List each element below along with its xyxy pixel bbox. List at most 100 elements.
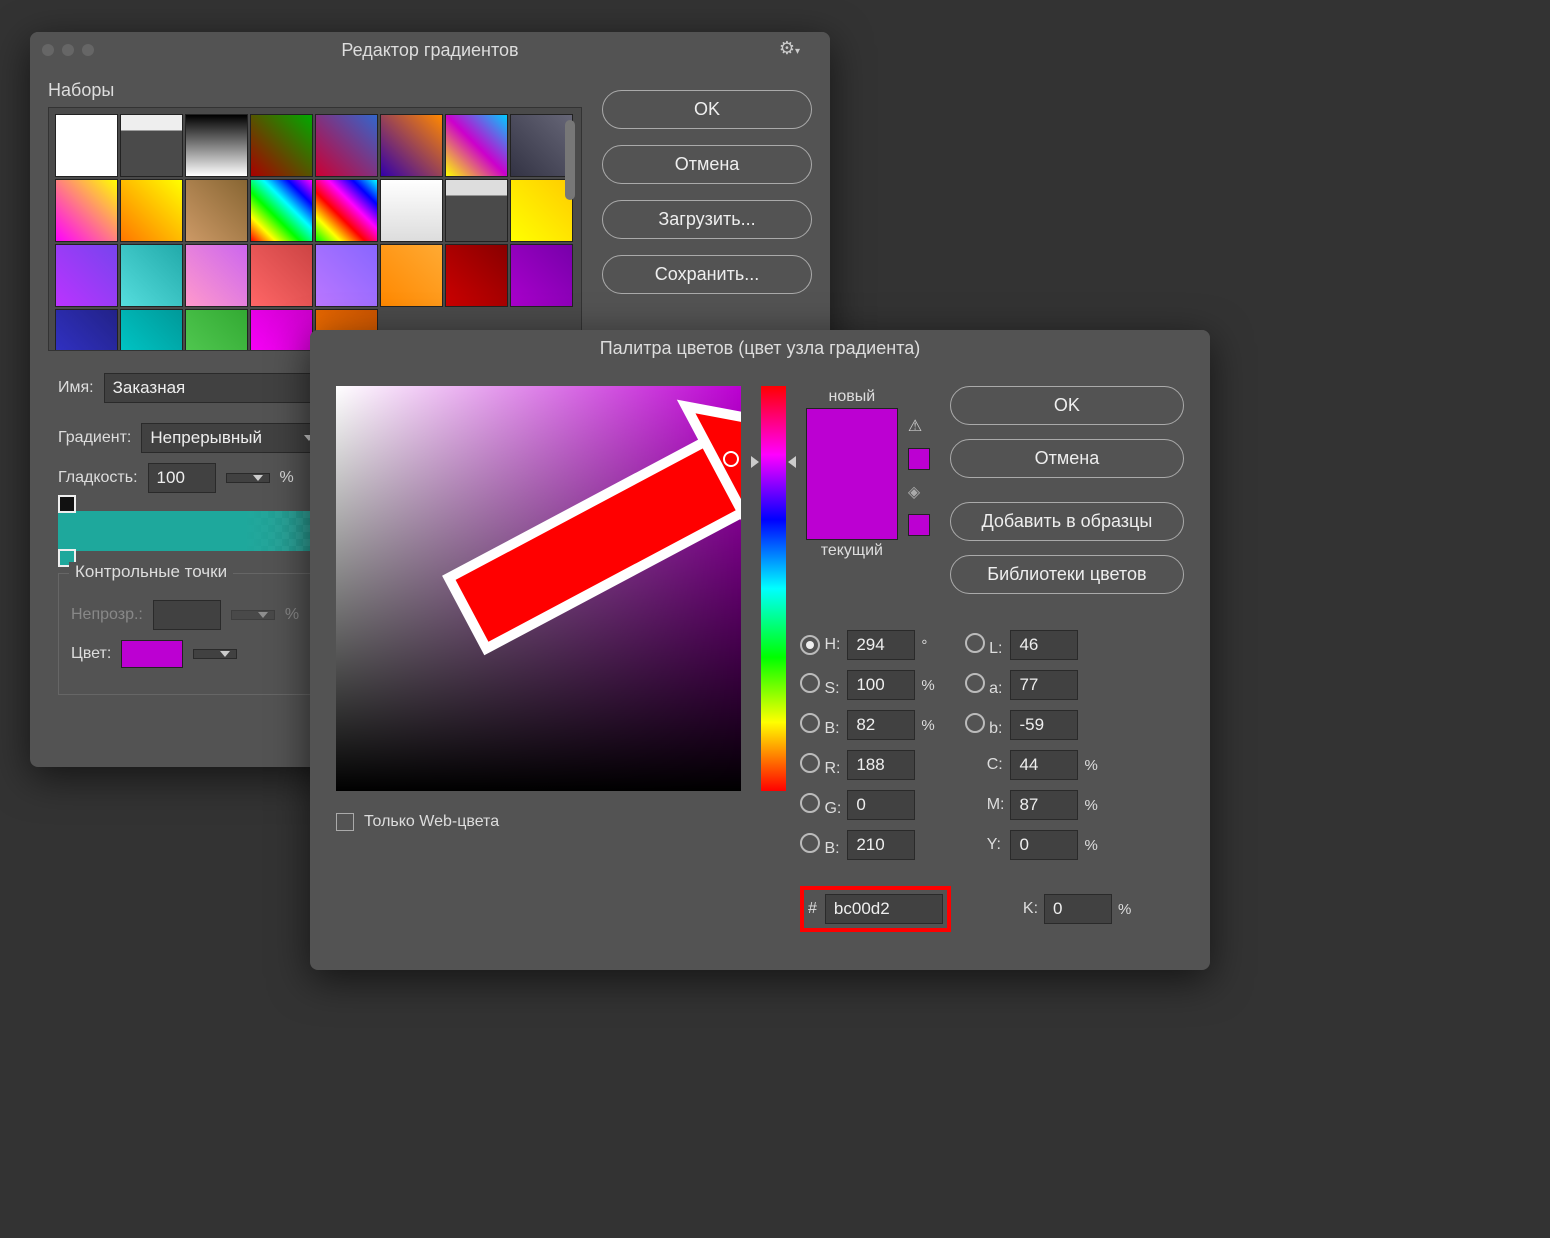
new-current-color-box[interactable] <box>806 408 898 540</box>
m-input[interactable] <box>1010 790 1078 820</box>
hue-indicator-left-icon <box>751 456 759 468</box>
b-radio[interactable] <box>800 713 820 733</box>
opacity-stepper <box>231 610 275 620</box>
preset-swatch[interactable] <box>315 244 378 307</box>
k-input[interactable] <box>1044 894 1112 924</box>
lb-radio[interactable] <box>965 713 985 733</box>
preset-swatch[interactable] <box>315 179 378 242</box>
annotation-arrow-icon <box>336 386 741 791</box>
preset-swatch[interactable] <box>55 114 118 177</box>
load-button[interactable]: Загрузить... <box>602 200 812 239</box>
ok-button[interactable]: OK <box>602 90 812 129</box>
l-radio[interactable] <box>965 633 985 653</box>
hue-slider[interactable] <box>761 386 786 791</box>
preset-swatch[interactable] <box>250 309 313 351</box>
hex-prefix: # <box>808 900 817 918</box>
color-stepper[interactable] <box>193 649 237 659</box>
h-input[interactable] <box>847 630 915 660</box>
a-input[interactable] <box>1010 670 1078 700</box>
bl-input[interactable] <box>847 830 915 860</box>
save-button[interactable]: Сохранить... <box>602 255 812 294</box>
color-libraries-button[interactable]: Библиотеки цветов <box>950 555 1184 594</box>
s-input[interactable] <box>847 670 915 700</box>
opacity-input <box>153 600 221 630</box>
preset-swatch[interactable] <box>185 244 248 307</box>
preset-swatch[interactable] <box>445 179 508 242</box>
preset-swatch[interactable] <box>55 179 118 242</box>
gear-icon[interactable]: ⚙▾ <box>779 38 800 59</box>
opacity-stop-label: Непрозр.: <box>71 606 143 624</box>
l-input[interactable] <box>1010 630 1078 660</box>
cp-cancel-button[interactable]: Отмена <box>950 439 1184 478</box>
smoothness-input[interactable] <box>148 463 216 493</box>
smoothness-stepper[interactable] <box>226 473 270 483</box>
cancel-button[interactable]: Отмена <box>602 145 812 184</box>
websafe-swatch[interactable] <box>908 514 930 536</box>
preset-swatch[interactable] <box>185 179 248 242</box>
g-input[interactable] <box>847 790 915 820</box>
r-input[interactable] <box>847 750 915 780</box>
bl-radio[interactable] <box>800 833 820 853</box>
stop-color-swatch[interactable] <box>121 640 183 668</box>
preset-swatch[interactable] <box>55 244 118 307</box>
color-stop-label: Цвет: <box>71 645 111 663</box>
gradient-type-select[interactable]: Непрерывный <box>141 423 321 453</box>
presets-label: Наборы <box>48 80 582 101</box>
cube-icon[interactable]: ◈ <box>908 482 930 502</box>
s-radio[interactable] <box>800 673 820 693</box>
current-color-label: текущий <box>821 542 883 560</box>
preset-swatch[interactable] <box>55 309 118 351</box>
preset-swatch[interactable] <box>510 114 573 177</box>
g-radio[interactable] <box>800 793 820 813</box>
preset-swatch[interactable] <box>445 244 508 307</box>
hue-indicator-right-icon <box>788 456 796 468</box>
add-to-swatches-button[interactable]: Добавить в образцы <box>950 502 1184 541</box>
preset-swatch[interactable] <box>445 114 508 177</box>
preset-swatch[interactable] <box>510 179 573 242</box>
gamut-warning-icon[interactable]: ⚠ <box>908 416 930 436</box>
preset-swatch[interactable] <box>120 179 183 242</box>
color-picker-window: Палитра цветов (цвет узла градиента) Тол… <box>310 330 1210 970</box>
h-radio[interactable] <box>800 635 820 655</box>
window-minimize-icon[interactable] <box>62 44 74 56</box>
hex-highlight: # <box>800 886 951 932</box>
web-only-checkbox[interactable] <box>336 813 354 831</box>
r-radio[interactable] <box>800 753 820 773</box>
stops-legend: Контрольные точки <box>69 562 233 582</box>
lb-input[interactable] <box>1010 710 1078 740</box>
color-picker-title: Палитра цветов (цвет узла градиента) <box>310 338 1210 359</box>
smoothness-label: Гладкость: <box>58 469 138 487</box>
presets-scrollbar[interactable] <box>565 120 575 200</box>
preset-swatch[interactable] <box>380 179 443 242</box>
color-picker-titlebar: Палитра цветов (цвет узла градиента) <box>310 330 1210 366</box>
b-input[interactable] <box>847 710 915 740</box>
preset-swatch[interactable] <box>120 114 183 177</box>
preset-swatch[interactable] <box>510 244 573 307</box>
window-close-icon[interactable] <box>42 44 54 56</box>
name-label: Имя: <box>58 379 94 397</box>
gamut-swatch[interactable] <box>908 448 930 470</box>
gradient-editor-title: Редактор градиентов <box>30 40 830 61</box>
preset-swatch[interactable] <box>185 309 248 351</box>
preset-swatch[interactable] <box>250 114 313 177</box>
preset-swatch[interactable] <box>250 244 313 307</box>
preset-swatch[interactable] <box>315 114 378 177</box>
preset-swatch[interactable] <box>380 244 443 307</box>
preset-swatch[interactable] <box>185 114 248 177</box>
smoothness-unit: % <box>280 469 294 487</box>
presets-panel <box>48 107 582 351</box>
cp-ok-button[interactable]: OK <box>950 386 1184 425</box>
preset-swatch[interactable] <box>120 309 183 351</box>
y-input[interactable] <box>1010 830 1078 860</box>
gradient-type-label: Градиент: <box>58 429 131 447</box>
preset-swatch[interactable] <box>120 244 183 307</box>
preset-swatch[interactable] <box>250 179 313 242</box>
window-zoom-icon[interactable] <box>82 44 94 56</box>
c-input[interactable] <box>1010 750 1078 780</box>
hex-input[interactable] <box>825 894 943 924</box>
new-color-label: новый <box>829 388 876 406</box>
saturation-field[interactable] <box>336 386 741 791</box>
opacity-stop[interactable] <box>58 495 76 513</box>
preset-swatch[interactable] <box>380 114 443 177</box>
a-radio[interactable] <box>965 673 985 693</box>
